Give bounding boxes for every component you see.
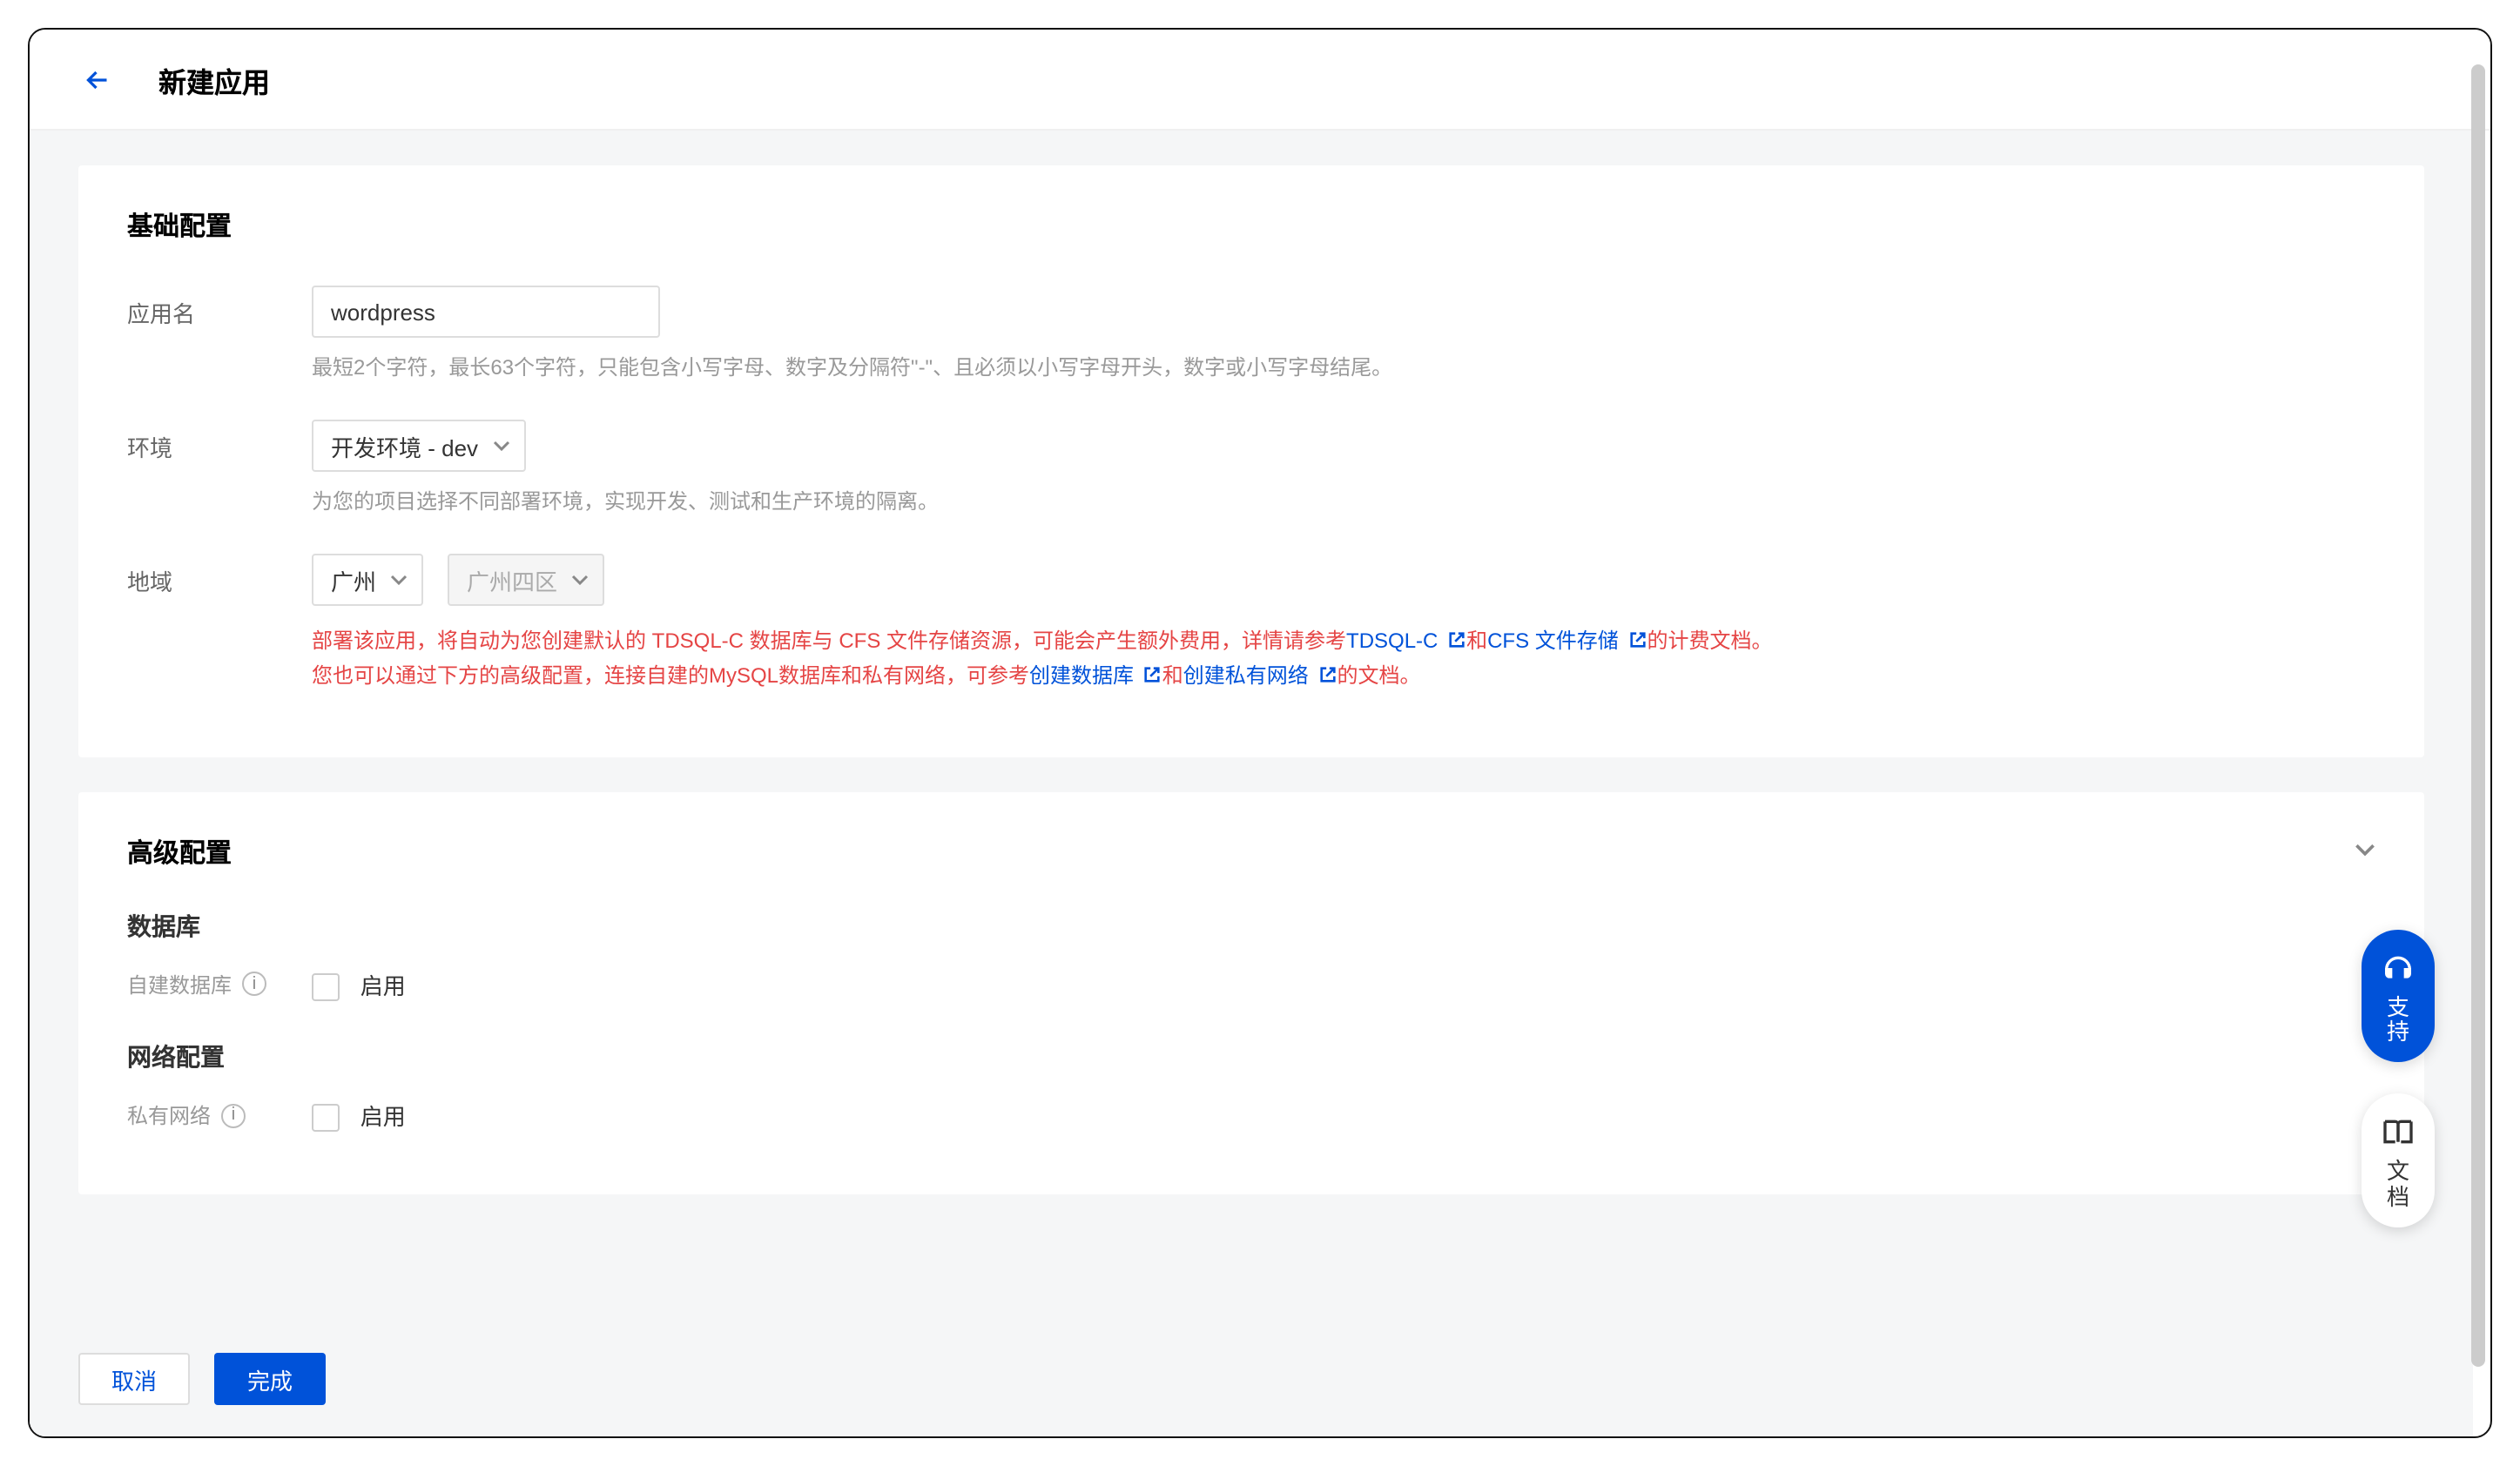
page-title: 新建应用 bbox=[158, 58, 270, 100]
scrollbar[interactable] bbox=[2471, 64, 2485, 1367]
arrow-left-icon bbox=[82, 64, 113, 95]
label-vpc: 私有网络 bbox=[127, 1100, 211, 1130]
cancel-button[interactable]: 取消 bbox=[78, 1353, 190, 1405]
label-custom-db: 自建数据库 bbox=[127, 970, 232, 999]
docs-button[interactable]: 文档 bbox=[2362, 1094, 2435, 1227]
headset-icon bbox=[2381, 951, 2416, 985]
environment-selected: 开发环境 - dev bbox=[331, 429, 478, 462]
back-button[interactable] bbox=[78, 60, 117, 98]
label-environment: 环境 bbox=[127, 420, 312, 463]
caret-down-icon bbox=[571, 571, 589, 588]
vpc-checkbox-label: 启用 bbox=[360, 1104, 406, 1130]
environment-helper: 为您的项目选择不同部署环境，实现开发、测试和生产环境的隔离。 bbox=[312, 486, 2375, 515]
label-app-name: 应用名 bbox=[127, 286, 312, 329]
row-environment: 环境 开发环境 - dev 为您的项目选择不同部署环境，实现开发、测试和生产环境… bbox=[127, 420, 2375, 540]
region-warning: 部署该应用，将自动为您创建默认的 TDSQL-C 数据库与 CFS 文件存储资源… bbox=[312, 623, 2375, 695]
external-link-icon bbox=[1143, 666, 1162, 685]
caret-down-icon bbox=[390, 571, 408, 588]
custom-db-checkbox-label: 启用 bbox=[360, 973, 406, 999]
collapse-toggle[interactable] bbox=[2355, 838, 2375, 866]
app-name-input[interactable] bbox=[312, 286, 660, 338]
link-cfs[interactable]: CFS 文件存储 bbox=[1487, 629, 1647, 653]
network-section-title: 网络配置 bbox=[127, 1039, 2375, 1074]
caret-down-icon bbox=[492, 437, 509, 454]
custom-db-checkbox[interactable] bbox=[312, 973, 340, 1001]
info-icon[interactable]: i bbox=[242, 972, 266, 997]
link-create-db[interactable]: 创建数据库 bbox=[1029, 664, 1162, 689]
basic-config-title: 基础配置 bbox=[127, 207, 2375, 244]
row-app-name: 应用名 最短2个字符，最长63个字符，只能包含小写字母、数字及分隔符"-"、且必… bbox=[127, 286, 2375, 406]
region-select[interactable]: 广州 bbox=[312, 554, 423, 606]
info-icon[interactable]: i bbox=[221, 1103, 246, 1127]
floating-buttons: 支持 文档 bbox=[2362, 930, 2435, 1227]
content-area: 基础配置 应用名 最短2个字符，最长63个字符，只能包含小写字母、数字及分隔符"… bbox=[30, 131, 2473, 1436]
advanced-config-card: 高级配置 数据库 自建数据库 i 启用 网络配置 私有网络 bbox=[78, 792, 2424, 1195]
row-region: 地域 广州 广州四区 bbox=[127, 554, 2375, 695]
link-tdsqlc[interactable]: TDSQL-C bbox=[1346, 629, 1466, 653]
database-section-title: 数据库 bbox=[127, 909, 2375, 944]
label-region: 地域 bbox=[127, 554, 312, 597]
environment-select[interactable]: 开发环境 - dev bbox=[312, 420, 525, 472]
app-name-helper: 最短2个字符，最长63个字符，只能包含小写字母、数字及分隔符"-"、且必须以小写… bbox=[312, 352, 2375, 381]
footer-actions: 取消 完成 bbox=[30, 1325, 2473, 1436]
region-selected: 广州 bbox=[331, 563, 376, 596]
basic-config-card: 基础配置 应用名 最短2个字符，最长63个字符，只能包含小写字母、数字及分隔符"… bbox=[78, 165, 2424, 757]
support-button[interactable]: 支持 bbox=[2362, 930, 2435, 1063]
link-create-vpc[interactable]: 创建私有网络 bbox=[1183, 664, 1337, 689]
advanced-config-title: 高级配置 bbox=[127, 834, 232, 871]
external-link-icon bbox=[1447, 630, 1466, 649]
vpc-checkbox[interactable] bbox=[312, 1105, 340, 1133]
external-link-icon bbox=[1317, 666, 1337, 685]
zone-select[interactable]: 广州四区 bbox=[448, 554, 604, 606]
book-icon bbox=[2381, 1115, 2416, 1150]
row-vpc: 私有网络 i 启用 bbox=[127, 1099, 2375, 1133]
finish-button[interactable]: 完成 bbox=[214, 1353, 326, 1405]
page-header: 新建应用 bbox=[30, 30, 2490, 131]
zone-selected: 广州四区 bbox=[467, 563, 557, 596]
external-link-icon bbox=[1627, 630, 1647, 649]
row-custom-db: 自建数据库 i 启用 bbox=[127, 968, 2375, 1002]
